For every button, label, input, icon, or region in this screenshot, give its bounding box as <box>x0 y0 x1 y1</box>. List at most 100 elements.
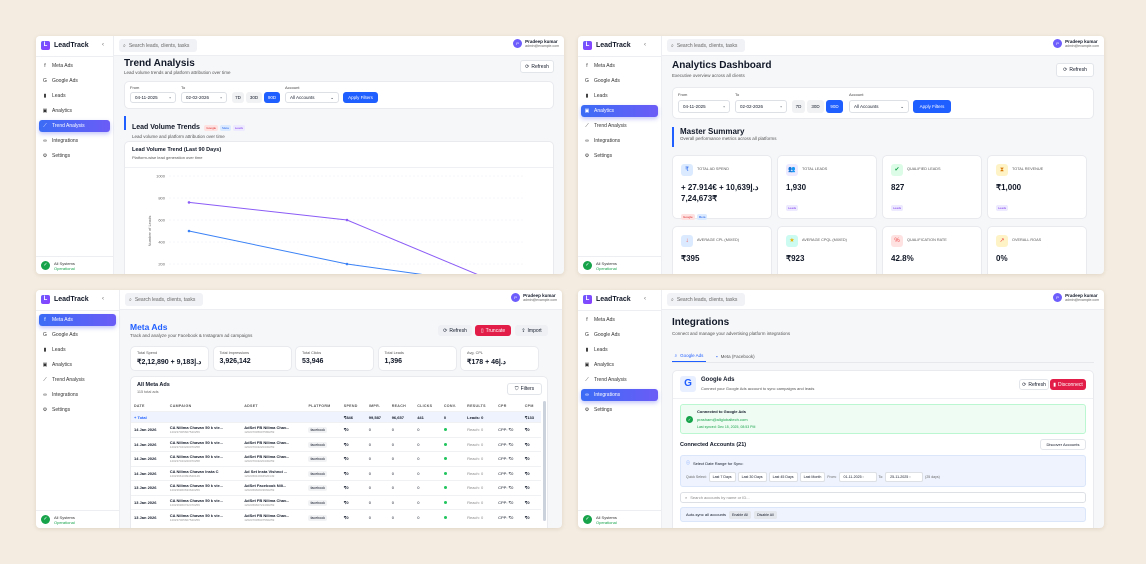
table-row[interactable]: 13 Jan 2026 CA Nilima Chavan 50 k vie... 1… <box>131 480 541 495</box>
column-header[interactable]: REACH <box>389 401 415 412</box>
column-header[interactable]: CPM <box>522 401 541 412</box>
column-header[interactable]: CPR <box>495 401 522 412</box>
range-7d-button[interactable]: 7D <box>792 100 805 113</box>
to-date-input[interactable]: 02-02-2026 ▫ <box>735 100 787 113</box>
table-row[interactable]: 14 Jan 2026 CA Nilima Chavan 50 k vie... 1… <box>131 422 541 437</box>
apply-filters-button[interactable]: Apply Filters <box>343 92 378 103</box>
refresh-button[interactable]: ⟳ Refresh <box>520 60 554 73</box>
collapse-sidebar-icon[interactable]: ‹ <box>644 42 646 48</box>
sidebar-item-analytics[interactable]: ▣ Analytics <box>581 105 658 117</box>
sidebar-item-settings[interactable]: ⚙ Settings <box>581 150 658 162</box>
sidebar-item-trend-analysis[interactable]: ⟋ Trend Analysis <box>581 120 658 132</box>
column-header[interactable]: IMPR. <box>366 401 389 412</box>
app-logo[interactable]: L LeadTrack <box>41 295 89 304</box>
table-row[interactable]: 14 Jan 2026 CA Nilima Chavan 50 k vie... 1… <box>131 451 541 466</box>
metric-label: Qualification Rate <box>907 238 947 242</box>
sidebar-item-analytics[interactable]: ▣ Analytics <box>39 105 110 117</box>
from-date-input[interactable]: 04-11-2025 ▫ <box>678 100 730 113</box>
quick-last-month[interactable]: Last Month <box>799 472 826 482</box>
refresh-button[interactable]: ⟳ Refresh <box>1056 63 1094 77</box>
sidebar-item-trend-analysis[interactable]: ⟋ Trend Analysis <box>581 374 658 386</box>
sidebar-item-leads[interactable]: ▮ Leads <box>581 344 658 356</box>
sidebar-item-leads[interactable]: ▮ Leads <box>581 90 658 102</box>
sidebar-item-settings[interactable]: ⚙ Settings <box>39 150 110 162</box>
sync-to-date-input[interactable]: 25-11-2025 ▫ <box>885 472 924 482</box>
quick-last-45-days[interactable]: Last 45 Days <box>768 472 798 482</box>
sidebar-item-google-ads[interactable]: G Google Ads <box>581 329 658 341</box>
sidebar-item-trend-analysis[interactable]: ⟋ Trend Analysis <box>39 120 110 132</box>
table-row[interactable]: 14 Jan 2026 CA Nilima Chavan 50 k vie... 1… <box>131 436 541 452</box>
disconnect-button[interactable]: ▮ Disconnect <box>1050 379 1086 390</box>
sidebar-item-settings[interactable]: ⚙ Settings <box>39 404 116 416</box>
sidebar-item-leads[interactable]: ▮ Leads <box>39 344 116 356</box>
quick-last-30-days[interactable]: Last 30 Days <box>737 472 767 482</box>
column-header[interactable]: CLICKS <box>414 401 441 412</box>
range-90d-button[interactable]: 90D <box>826 100 843 113</box>
disable-all-button[interactable]: Disable All <box>754 510 777 519</box>
table-row[interactable]: 13 Jan 2026 CA Nilima Chavan 50 k vie... 1… <box>131 494 541 510</box>
global-search-input[interactable]: ⌕ Search leads, clients, tasks <box>119 39 197 52</box>
column-header[interactable]: PLATFORM <box>305 401 340 412</box>
app-logo[interactable]: L LeadTrack <box>41 41 89 50</box>
range-90d-button[interactable]: 90D <box>264 92 280 103</box>
sync-from-date-input[interactable]: 01-11-2025 ▫ <box>838 472 877 482</box>
discover-accounts-button[interactable]: Discover Accounts <box>1040 439 1086 450</box>
range-30d-button[interactable]: 30D <box>246 92 262 103</box>
collapse-sidebar-icon[interactable]: ‹ <box>102 296 104 302</box>
sidebar-item-meta-ads[interactable]: f Meta Ads <box>39 314 116 326</box>
filters-button[interactable]: ⛉ Filters <box>507 383 542 395</box>
sidebar-item-integrations[interactable]: ∞ Integrations <box>39 135 110 147</box>
sidebar-item-integrations[interactable]: ∞ Integrations <box>39 389 116 401</box>
column-header[interactable]: RESULTS <box>464 401 495 412</box>
sidebar-item-meta-ads[interactable]: f Meta Ads <box>581 314 658 326</box>
quick-last-7-days[interactable]: Last 7 Days <box>708 472 736 482</box>
tab-google-ads[interactable]: ⌕ Google Ads <box>672 350 706 362</box>
column-header[interactable]: CAMPAIGN <box>167 401 241 412</box>
global-search-input[interactable]: ⌕ Search leads, clients, tasks <box>667 39 745 52</box>
sidebar-item-leads[interactable]: ▮ Leads <box>39 90 110 102</box>
tab-meta-facebook[interactable]: ▪ Meta (Facebook) <box>716 350 755 362</box>
sidebar-item-integrations[interactable]: ∞ Integrations <box>581 135 658 147</box>
user-menu[interactable]: P Pradeep kumar admin@example.com <box>513 39 559 48</box>
global-search-input[interactable]: ⌕ Search leads, clients, tasks <box>125 293 203 306</box>
sidebar-item-integrations[interactable]: ∞ Integrations <box>581 389 658 401</box>
refresh-button[interactable]: ⟳ Refresh <box>438 325 472 336</box>
collapse-sidebar-icon[interactable]: ‹ <box>644 296 646 302</box>
account-select[interactable]: All Accounts ⌄ <box>849 100 909 113</box>
user-menu[interactable]: P Pradeep kumar admin@example.com <box>1053 293 1099 302</box>
global-search-input[interactable]: ⌕ Search leads, clients, tasks <box>667 293 745 306</box>
to-date-input[interactable]: 02-02-2026 ▫ <box>181 92 227 103</box>
account-select[interactable]: All Accounts ⌄ <box>285 92 339 103</box>
sidebar-item-meta-ads[interactable]: f Meta Ads <box>39 60 110 72</box>
truncate-button[interactable]: ▯ Truncate <box>475 325 511 336</box>
user-menu[interactable]: P Pradeep kumar admin@example.com <box>511 293 557 302</box>
sidebar-item-analytics[interactable]: ▣ Analytics <box>39 359 116 371</box>
account-search-input[interactable]: ⌕ Search accounts by name or ID... <box>680 492 1086 503</box>
import-button[interactable]: ⇪ Import <box>515 325 548 336</box>
sidebar-item-settings[interactable]: ⚙ Settings <box>581 404 658 416</box>
sidebar-item-google-ads[interactable]: G Google Ads <box>39 75 110 87</box>
app-logo[interactable]: L LeadTrack <box>583 41 631 50</box>
sidebar-item-analytics[interactable]: ▣ Analytics <box>581 359 658 371</box>
sidebar-item-google-ads[interactable]: G Google Ads <box>39 329 116 341</box>
from-date-input[interactable]: 04-11-2025 ▫ <box>130 92 176 103</box>
sidebar-item-google-ads[interactable]: G Google Ads <box>581 75 658 87</box>
user-menu[interactable]: P Pradeep kumar admin@example.com <box>1053 39 1099 48</box>
table-row[interactable]: 14 Jan 2026 CA Nilima Chavan Insta C 12023… <box>131 465 541 481</box>
refresh-button[interactable]: ⟳ Refresh <box>1019 379 1049 390</box>
table-row[interactable]: 13 Jan 2026 CA Nilima Chavan 50 k vie... 1… <box>131 509 541 524</box>
column-header[interactable]: ADSET <box>241 401 305 412</box>
column-header[interactable]: DATE <box>131 401 167 412</box>
range-30d-button[interactable]: 30D <box>807 100 824 113</box>
apply-filters-button[interactable]: Apply Filters <box>913 100 951 113</box>
sidebar-item-trend-analysis[interactable]: ⟋ Trend Analysis <box>39 374 116 386</box>
column-header[interactable]: CONV. <box>441 401 464 412</box>
enable-all-button[interactable]: Enable All <box>729 510 752 519</box>
status-line-1: All Systems <box>54 514 75 520</box>
table-scrollbar[interactable] <box>543 401 546 521</box>
sidebar-item-meta-ads[interactable]: f Meta Ads <box>581 60 658 72</box>
app-logo[interactable]: L LeadTrack <box>583 295 631 304</box>
column-header[interactable]: SPEND <box>341 401 366 412</box>
range-7d-button[interactable]: 7D <box>232 92 244 103</box>
collapse-sidebar-icon[interactable]: ‹ <box>102 42 104 48</box>
